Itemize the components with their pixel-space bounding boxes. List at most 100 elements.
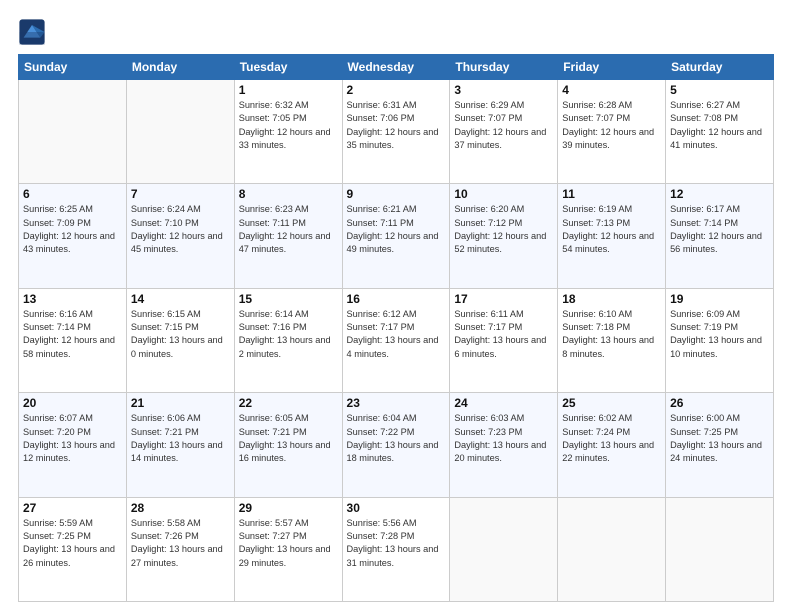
calendar-cell <box>558 497 666 601</box>
page: SundayMondayTuesdayWednesdayThursdayFrid… <box>0 0 792 612</box>
day-number: 4 <box>562 83 661 97</box>
day-number: 26 <box>670 396 769 410</box>
calendar-cell: 20 Sunrise: 6:07 AM Sunset: 7:20 PM Dayli… <box>19 393 127 497</box>
day-info: Sunrise: 6:19 AM Sunset: 7:13 PM Dayligh… <box>562 203 661 256</box>
day-number: 13 <box>23 292 122 306</box>
day-info: Sunrise: 6:06 AM Sunset: 7:21 PM Dayligh… <box>131 412 230 465</box>
calendar-cell: 26 Sunrise: 6:00 AM Sunset: 7:25 PM Dayli… <box>666 393 774 497</box>
logo <box>18 18 50 46</box>
weekday-header-sunday: Sunday <box>19 55 127 80</box>
day-info: Sunrise: 6:11 AM Sunset: 7:17 PM Dayligh… <box>454 308 553 361</box>
day-number: 17 <box>454 292 553 306</box>
calendar-cell: 19 Sunrise: 6:09 AM Sunset: 7:19 PM Dayli… <box>666 288 774 392</box>
day-number: 15 <box>239 292 338 306</box>
day-info: Sunrise: 6:07 AM Sunset: 7:20 PM Dayligh… <box>23 412 122 465</box>
calendar-cell: 7 Sunrise: 6:24 AM Sunset: 7:10 PM Daylig… <box>126 184 234 288</box>
weekday-header-tuesday: Tuesday <box>234 55 342 80</box>
day-info: Sunrise: 5:56 AM Sunset: 7:28 PM Dayligh… <box>347 517 446 570</box>
weekday-header-saturday: Saturday <box>666 55 774 80</box>
day-number: 22 <box>239 396 338 410</box>
calendar-cell: 9 Sunrise: 6:21 AM Sunset: 7:11 PM Daylig… <box>342 184 450 288</box>
day-info: Sunrise: 6:03 AM Sunset: 7:23 PM Dayligh… <box>454 412 553 465</box>
calendar-cell: 24Sunrise: 6:03 AM Sunset: 7:23 PM Dayli… <box>450 393 558 497</box>
day-number: 1 <box>239 83 338 97</box>
day-number: 21 <box>131 396 230 410</box>
week-row-5: 27 Sunrise: 5:59 AM Sunset: 7:25 PM Dayli… <box>19 497 774 601</box>
day-info: Sunrise: 6:00 AM Sunset: 7:25 PM Dayligh… <box>670 412 769 465</box>
calendar-cell: 13 Sunrise: 6:16 AM Sunset: 7:14 PM Dayli… <box>19 288 127 392</box>
day-info: Sunrise: 5:59 AM Sunset: 7:25 PM Dayligh… <box>23 517 122 570</box>
day-number: 14 <box>131 292 230 306</box>
weekday-header-monday: Monday <box>126 55 234 80</box>
day-number: 3 <box>454 83 553 97</box>
day-number: 10 <box>454 187 553 201</box>
day-info: Sunrise: 6:17 AM Sunset: 7:14 PM Dayligh… <box>670 203 769 256</box>
day-number: 18 <box>562 292 661 306</box>
calendar-cell: 4 Sunrise: 6:28 AM Sunset: 7:07 PM Daylig… <box>558 80 666 184</box>
calendar-cell: 1Sunrise: 6:32 AM Sunset: 7:05 PM Daylig… <box>234 80 342 184</box>
day-number: 8 <box>239 187 338 201</box>
day-number: 2 <box>347 83 446 97</box>
day-info: Sunrise: 6:23 AM Sunset: 7:11 PM Dayligh… <box>239 203 338 256</box>
calendar-cell: 16 Sunrise: 6:12 AM Sunset: 7:17 PM Dayli… <box>342 288 450 392</box>
day-info: Sunrise: 6:16 AM Sunset: 7:14 PM Dayligh… <box>23 308 122 361</box>
logo-icon <box>18 18 46 46</box>
day-info: Sunrise: 6:29 AM Sunset: 7:07 PM Dayligh… <box>454 99 553 152</box>
weekday-header-wednesday: Wednesday <box>342 55 450 80</box>
day-info: Sunrise: 6:10 AM Sunset: 7:18 PM Dayligh… <box>562 308 661 361</box>
calendar-cell <box>19 80 127 184</box>
day-info: Sunrise: 6:21 AM Sunset: 7:11 PM Dayligh… <box>347 203 446 256</box>
day-info: Sunrise: 6:31 AM Sunset: 7:06 PM Dayligh… <box>347 99 446 152</box>
calendar-cell <box>666 497 774 601</box>
day-number: 23 <box>347 396 446 410</box>
weekday-header-row: SundayMondayTuesdayWednesdayThursdayFrid… <box>19 55 774 80</box>
day-info: Sunrise: 6:12 AM Sunset: 7:17 PM Dayligh… <box>347 308 446 361</box>
day-number: 11 <box>562 187 661 201</box>
day-info: Sunrise: 5:58 AM Sunset: 7:26 PM Dayligh… <box>131 517 230 570</box>
calendar-cell: 18 Sunrise: 6:10 AM Sunset: 7:18 PM Dayli… <box>558 288 666 392</box>
weekday-header-friday: Friday <box>558 55 666 80</box>
day-number: 30 <box>347 501 446 515</box>
calendar-cell: 14Sunrise: 6:15 AM Sunset: 7:15 PM Dayli… <box>126 288 234 392</box>
day-info: Sunrise: 6:28 AM Sunset: 7:07 PM Dayligh… <box>562 99 661 152</box>
day-info: Sunrise: 6:20 AM Sunset: 7:12 PM Dayligh… <box>454 203 553 256</box>
day-info: Sunrise: 6:02 AM Sunset: 7:24 PM Dayligh… <box>562 412 661 465</box>
calendar-cell: 10 Sunrise: 6:20 AM Sunset: 7:12 PM Dayli… <box>450 184 558 288</box>
calendar-cell: 21 Sunrise: 6:06 AM Sunset: 7:21 PM Dayli… <box>126 393 234 497</box>
day-number: 9 <box>347 187 446 201</box>
calendar-cell: 29 Sunrise: 5:57 AM Sunset: 7:27 PM Dayli… <box>234 497 342 601</box>
calendar-cell: 12 Sunrise: 6:17 AM Sunset: 7:14 PM Dayli… <box>666 184 774 288</box>
day-number: 28 <box>131 501 230 515</box>
calendar-cell: 28 Sunrise: 5:58 AM Sunset: 7:26 PM Dayli… <box>126 497 234 601</box>
calendar-cell <box>450 497 558 601</box>
day-info: Sunrise: 6:05 AM Sunset: 7:21 PM Dayligh… <box>239 412 338 465</box>
calendar-cell: 11 Sunrise: 6:19 AM Sunset: 7:13 PM Dayli… <box>558 184 666 288</box>
calendar-cell: 6Sunrise: 6:25 AM Sunset: 7:09 PM Daylig… <box>19 184 127 288</box>
calendar-cell: 22 Sunrise: 6:05 AM Sunset: 7:21 PM Dayli… <box>234 393 342 497</box>
day-number: 16 <box>347 292 446 306</box>
week-row-4: 20 Sunrise: 6:07 AM Sunset: 7:20 PM Dayli… <box>19 393 774 497</box>
day-info: Sunrise: 6:04 AM Sunset: 7:22 PM Dayligh… <box>347 412 446 465</box>
week-row-2: 6Sunrise: 6:25 AM Sunset: 7:09 PM Daylig… <box>19 184 774 288</box>
weekday-header-thursday: Thursday <box>450 55 558 80</box>
day-info: Sunrise: 5:57 AM Sunset: 7:27 PM Dayligh… <box>239 517 338 570</box>
day-number: 19 <box>670 292 769 306</box>
calendar-cell: 15 Sunrise: 6:14 AM Sunset: 7:16 PM Dayli… <box>234 288 342 392</box>
day-info: Sunrise: 6:09 AM Sunset: 7:19 PM Dayligh… <box>670 308 769 361</box>
calendar-cell: 3 Sunrise: 6:29 AM Sunset: 7:07 PM Daylig… <box>450 80 558 184</box>
calendar-cell: 17 Sunrise: 6:11 AM Sunset: 7:17 PM Dayli… <box>450 288 558 392</box>
day-number: 12 <box>670 187 769 201</box>
calendar-cell: 30 Sunrise: 5:56 AM Sunset: 7:28 PM Dayli… <box>342 497 450 601</box>
calendar-cell <box>126 80 234 184</box>
calendar-cell: 2 Sunrise: 6:31 AM Sunset: 7:06 PM Daylig… <box>342 80 450 184</box>
day-number: 27 <box>23 501 122 515</box>
day-info: Sunrise: 6:14 AM Sunset: 7:16 PM Dayligh… <box>239 308 338 361</box>
day-info: Sunrise: 6:27 AM Sunset: 7:08 PM Dayligh… <box>670 99 769 152</box>
day-number: 20 <box>23 396 122 410</box>
week-row-1: 1Sunrise: 6:32 AM Sunset: 7:05 PM Daylig… <box>19 80 774 184</box>
day-number: 7 <box>131 187 230 201</box>
calendar-table: SundayMondayTuesdayWednesdayThursdayFrid… <box>18 54 774 602</box>
day-info: Sunrise: 6:24 AM Sunset: 7:10 PM Dayligh… <box>131 203 230 256</box>
day-number: 29 <box>239 501 338 515</box>
calendar-cell: 25Sunrise: 6:02 AM Sunset: 7:24 PM Dayli… <box>558 393 666 497</box>
